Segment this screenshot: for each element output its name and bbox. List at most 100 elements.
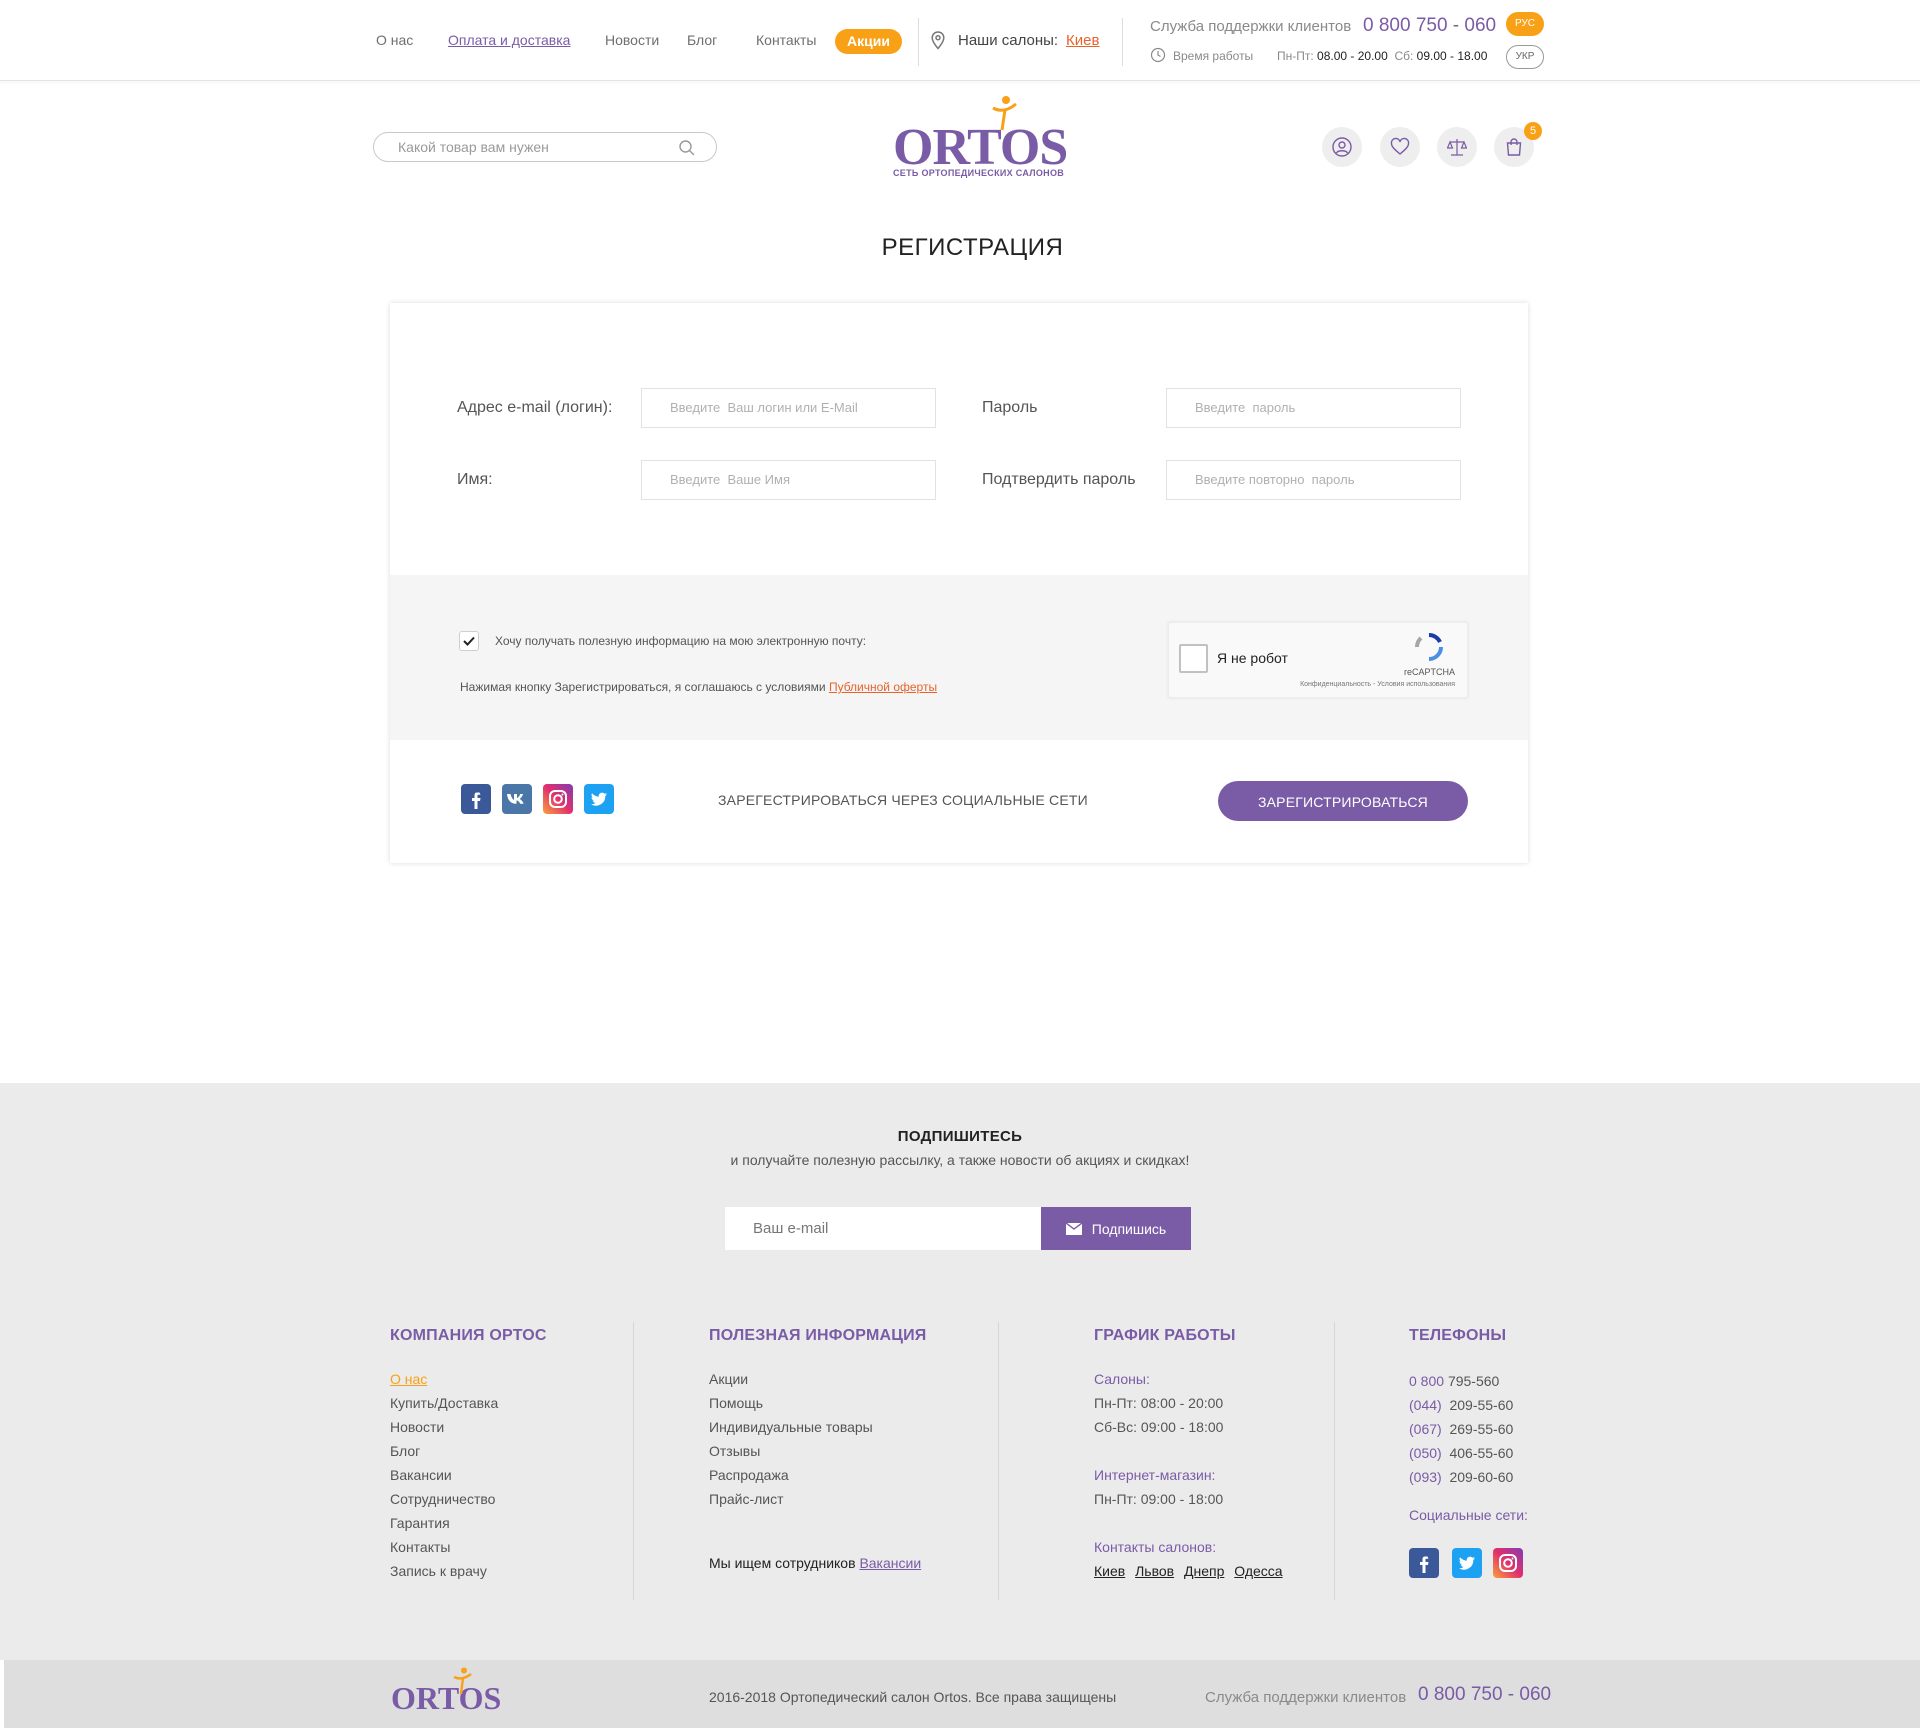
divider — [998, 1322, 999, 1600]
nav-sales-button[interactable]: Акции — [835, 29, 902, 54]
nav-payment-delivery[interactable]: Оплата и доставка — [448, 32, 570, 48]
recaptcha-checkbox[interactable] — [1179, 644, 1208, 673]
search-input[interactable] — [396, 138, 670, 156]
phone-item[interactable]: (044) 209-55-60 — [1409, 1393, 1528, 1417]
check-icon — [463, 636, 475, 646]
footer-link-custom-products[interactable]: Индивидуальные товары — [709, 1415, 873, 1439]
logo-figure-icon — [452, 1666, 474, 1701]
nav-blog[interactable]: Блог — [687, 32, 717, 48]
footer-link-buy-delivery[interactable]: Купить/Доставка — [390, 1391, 498, 1415]
info-title: ПОЛЕЗНАЯ ИНФОРМАЦИЯ — [709, 1327, 927, 1344]
instagram-icon[interactable] — [543, 784, 573, 814]
phone-item[interactable]: (093) 209-60-60 — [1409, 1465, 1528, 1489]
divider — [1122, 18, 1123, 66]
hours-label: Время работы — [1173, 49, 1254, 63]
footer-link-jobs[interactable]: Вакансии — [859, 1555, 921, 1571]
shop-hours-label: Интернет-магазин: — [1094, 1467, 1216, 1483]
subscribe-description: и получайте полезную рассылку, а также н… — [730, 1152, 1190, 1168]
nav-news[interactable]: Новости — [605, 32, 659, 48]
salons-weekday-hours: Пн-Пт: 08:00 - 20:00 — [1094, 1395, 1224, 1411]
search-icon[interactable] — [678, 139, 696, 162]
footer-link-help[interactable]: Помощь — [709, 1391, 873, 1415]
wishlist-button[interactable] — [1380, 127, 1420, 167]
lang-ua-button[interactable]: УКР — [1506, 45, 1544, 69]
terms-text: Нажимая кнопку Зарегистрироваться, я сог… — [460, 680, 938, 694]
email-field[interactable] — [668, 399, 922, 416]
footer-link-blog[interactable]: Блог — [390, 1439, 498, 1463]
page-title: РЕГИСТРАЦИЯ — [881, 234, 1064, 261]
company-links: О нас Купить/Доставка Новости Блог Вакан… — [390, 1367, 498, 1583]
user-icon — [1332, 137, 1352, 157]
phones-title: ТЕЛЕФОНЫ — [1409, 1327, 1507, 1344]
email-field-box — [641, 388, 936, 428]
heart-icon — [1390, 137, 1410, 155]
name-label: Имя: — [457, 471, 493, 488]
jobs-text: Мы ищем сотрудников Вакансии — [709, 1555, 922, 1571]
cart-count-badge: 5 — [1524, 122, 1542, 140]
footer-link-price-list[interactable]: Прайс-лист — [709, 1487, 873, 1511]
phones-list: 0 800 795-560 (044) 209-55-60 (067) 269-… — [1409, 1369, 1528, 1527]
footer-link-about[interactable]: О нас — [390, 1371, 427, 1387]
password-field[interactable] — [1193, 399, 1447, 416]
account-button[interactable] — [1322, 127, 1362, 167]
salons-city-select[interactable]: Киев — [1066, 32, 1099, 49]
footer-link-contacts[interactable]: Контакты — [390, 1535, 498, 1559]
clock-icon — [1150, 47, 1166, 68]
facebook-icon[interactable] — [1409, 1548, 1439, 1578]
footer-link-doctor-appointment[interactable]: Запись к врачу — [390, 1559, 498, 1583]
facebook-icon[interactable] — [461, 784, 491, 814]
nav-contacts[interactable]: Контакты — [756, 32, 816, 48]
divider — [633, 1322, 634, 1600]
twitter-icon[interactable] — [584, 784, 614, 814]
footer-link-news[interactable]: Новости — [390, 1415, 498, 1439]
footer-link-sales[interactable]: Акции — [709, 1367, 873, 1391]
instagram-icon[interactable] — [1493, 1548, 1523, 1578]
footer-link-reviews[interactable]: Отзывы — [709, 1439, 873, 1463]
shop-hours: Пн-Пт: 09:00 - 18:00 — [1094, 1491, 1224, 1507]
newsletter-label: Хочу получать полезную информацию на мою… — [495, 634, 867, 648]
divider — [918, 18, 919, 66]
phone-item[interactable]: (050) 406-55-60 — [1409, 1441, 1528, 1465]
phone-item[interactable]: (067) 269-55-60 — [1409, 1417, 1528, 1441]
email-label: Адрес e-mail (логин): — [457, 399, 613, 416]
footer-support-phone[interactable]: 0 800 750 - 060 — [1418, 1684, 1551, 1706]
register-button[interactable]: ЗАРЕГИСТРИРОВАТЬСЯ — [1218, 781, 1468, 821]
newsletter-checkbox[interactable] — [459, 631, 479, 651]
footer — [0, 1083, 1920, 1660]
city-link-kyiv[interactable]: Киев — [1094, 1563, 1125, 1579]
confirm-password-field[interactable] — [1193, 471, 1447, 488]
schedule-block: Салоны: Пн-Пт: 08:00 - 20:00 Сб-Вс: 09:0… — [1094, 1367, 1289, 1583]
public-offer-link[interactable]: Публичной оферты — [829, 680, 937, 694]
recaptcha-widget: Я не робот reCAPTCHA Конфиденциальность … — [1168, 622, 1468, 698]
footer-link-warranty[interactable]: Гарантия — [390, 1511, 498, 1535]
logo-figure-icon — [990, 94, 1020, 139]
nav-about[interactable]: О нас — [376, 32, 413, 48]
footer-link-clearance[interactable]: Распродажа — [709, 1463, 873, 1487]
salons-weekend-hours: Сб-Вс: 09:00 - 18:00 — [1094, 1419, 1224, 1435]
salon-contacts-label: Контакты салонов: — [1094, 1539, 1217, 1555]
footer-link-vacancies[interactable]: Вакансии — [390, 1463, 498, 1487]
city-link-dnipro[interactable]: Днепр — [1184, 1563, 1224, 1579]
footer-logo[interactable]: ORTOS — [391, 1680, 501, 1717]
twitter-icon[interactable] — [1452, 1548, 1482, 1578]
support-phone-link[interactable]: 0 800 750 - 060 — [1363, 15, 1496, 37]
lang-ru-button[interactable]: РУС — [1506, 12, 1544, 36]
recaptcha-privacy-terms[interactable]: Конфиденциальность - Условия использован… — [1300, 681, 1455, 688]
salons-hours-label: Салоны: — [1094, 1371, 1150, 1387]
recaptcha-brand: reCAPTCHA — [1403, 667, 1455, 677]
social-register-text: ЗАРЕГЕСТРИРОВАТЬСЯ ЧЕРЕЗ СОЦИАЛЬНЫЕ СЕТИ — [718, 792, 1088, 808]
envelope-icon — [1065, 1221, 1083, 1235]
city-link-odesa[interactable]: Одесса — [1234, 1563, 1282, 1579]
city-link-lviv[interactable]: Львов — [1135, 1563, 1174, 1579]
subscribe-email-input[interactable] — [751, 1219, 1025, 1238]
vk-icon[interactable] — [502, 784, 532, 814]
recaptcha-logo-icon — [1413, 631, 1445, 668]
footer-link-cooperation[interactable]: Сотрудничество — [390, 1487, 498, 1511]
phone-item[interactable]: 0 800 795-560 — [1409, 1369, 1528, 1393]
name-field[interactable] — [668, 471, 922, 488]
name-field-box — [641, 460, 936, 500]
location-pin-icon — [931, 31, 945, 55]
password-field-box — [1166, 388, 1461, 428]
compare-button[interactable] — [1437, 127, 1477, 167]
subscribe-button[interactable]: Подпишись — [1041, 1207, 1191, 1250]
